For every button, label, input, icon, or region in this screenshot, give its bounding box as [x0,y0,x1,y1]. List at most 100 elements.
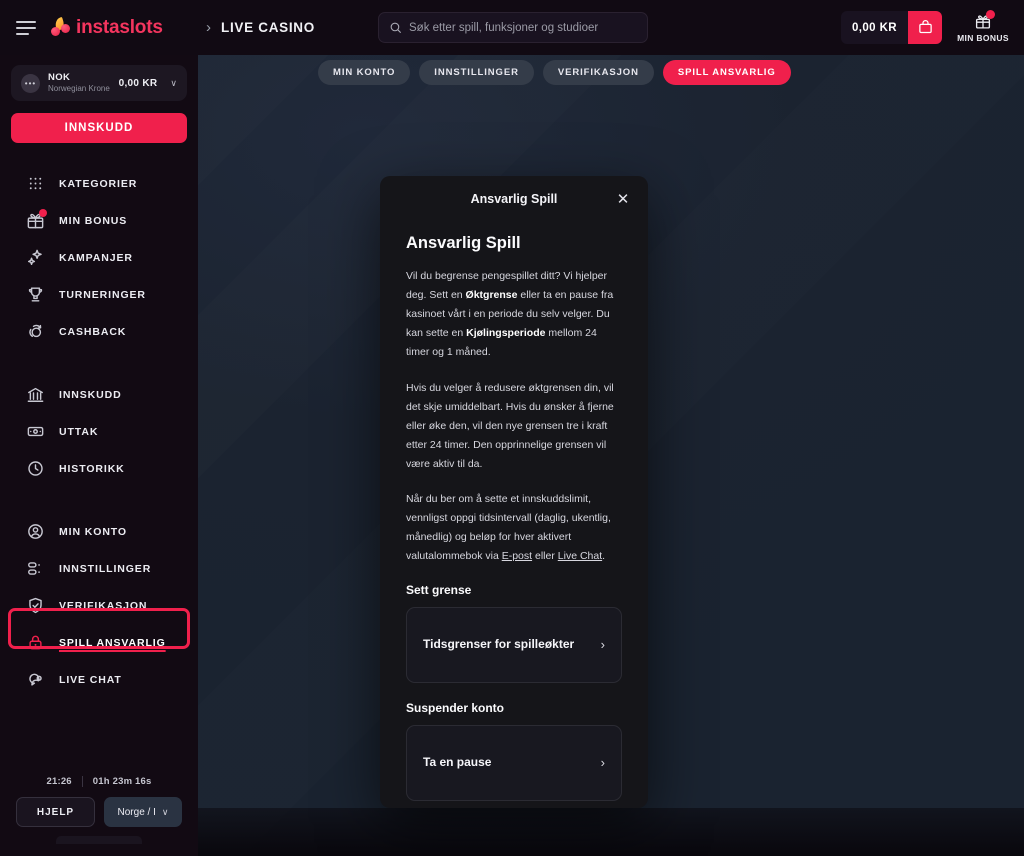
footer-stub [56,836,142,844]
sidebar-footer: 21:26 01h 23m 16s HJELP Norge / I ∨ [0,776,198,856]
sidebar-item-kampanjer[interactable]: KAMPANJER [0,239,198,276]
search-input[interactable] [409,21,637,34]
bonus-badge [986,10,995,19]
sidebar-item-label: LIVE CHAT [59,673,122,686]
brand-logo[interactable]: instaslots [50,16,163,39]
sidebar-item-verifikasjon[interactable]: VERIFIKASJON [0,587,198,624]
tab-spill-ansvarlig[interactable]: SPILL ANSVARLIG [662,60,791,85]
trophy-icon [26,285,45,304]
sidebar-group-banking: INNSKUDD UTTAK HISTORIKK [0,372,198,491]
sidebar-item-label: CASHBACK [59,325,127,338]
modal-title: Ansvarlig Spill [470,192,558,206]
sidebar-group-account: MIN KONTO INNSTILLINGER VERIFIKASJON SPILL … [0,509,198,702]
modal-body: Ansvarlig Spill Vil du begrense pengespi… [380,222,648,808]
sliders-icon [26,559,45,578]
tab-min-konto[interactable]: MIN KONTO [318,60,411,85]
nav-item-live-casino[interactable]: LIVE CASINO [221,20,315,35]
header-left-section: instaslots [0,0,198,55]
sidebar-divider-1 [0,354,198,372]
chevron-down-icon: ∨ [161,806,169,817]
session-divider [81,776,83,787]
currency-name: Norwegian Krone [48,83,110,93]
session-info: 21:26 01h 23m 16s [11,776,187,787]
bank-icon [26,385,45,404]
option-take-a-break[interactable]: Ta en pause › [406,724,622,801]
clock-icon [26,459,45,478]
sidebar-item-label: TURNERINGER [59,288,146,301]
modal-paragraph-1: Vil du begrense pengespillet ditt? Vi hj… [406,267,622,363]
cherry-icon [50,16,72,38]
sidebar-item-label: SPILL ANSVARLIG [59,636,166,649]
live-chat-link[interactable]: Live Chat [558,550,602,562]
currency-amount: 0,00 KR [118,77,158,89]
sidebar-item-historikk[interactable]: HISTORIKK [0,450,198,487]
wallet-icon[interactable] [908,11,942,44]
chevron-right-icon: › [600,637,605,653]
sidebar-item-turneringer[interactable]: TURNERINGER [0,276,198,313]
user-circle-icon [26,522,45,541]
sidebar-item-label: KAMPANJER [59,251,133,264]
tab-verifikasjon[interactable]: VERIFIKASJON [542,60,654,85]
page-bottom-scrim [198,808,1024,856]
app-root: instaslots › LIVE CASINO 0,00 KR [0,0,1024,856]
sidebar-item-kategorier[interactable]: KATEGORIER [0,165,198,202]
brand-logo-text: instaslots [76,16,163,38]
help-button[interactable]: HJELP [16,797,95,827]
currency-code: NOK [48,71,71,83]
sidebar-item-innstillinger[interactable]: INNSTILLINGER [0,550,198,587]
sidebar-item-min-konto[interactable]: MIN KONTO [0,513,198,550]
sparkle-icon [26,248,45,267]
session-duration: 01h 23m 16s [92,776,152,787]
option-time-limits[interactable]: Tidsgrenser for spilleøkter › [406,606,622,683]
sidebar-item-label: MIN KONTO [59,525,127,538]
p1-bold-kjolingsperiode: Kjølingsperiode [466,327,546,340]
sidebar-item-min-bonus[interactable]: MIN BONUS [0,202,198,239]
balance-pill[interactable]: 0,00 KR [841,11,942,44]
gift-icon [26,209,47,230]
p3-text-c: . [602,550,606,563]
header-nav: › LIVE CASINO [206,19,315,36]
clock-time: 21:26 [46,776,72,787]
chevron-right-icon: › [600,755,605,771]
search-icon [390,22,401,33]
sidebar-item-live-chat[interactable]: LIVE CHAT [0,661,198,698]
sidebar-item-uttak[interactable]: UTTAK [0,413,198,450]
lock-icon [26,633,45,652]
shield-check-icon [26,596,45,615]
sidebar-item-label: KATEGORIER [59,177,138,190]
language-selector[interactable]: Norge / I ∨ [104,797,182,827]
chat-icon [26,670,45,689]
email-link[interactable]: E-post [502,550,532,562]
p1-bold-oktgrense: Øktgrense [465,289,518,302]
tab-innstillinger[interactable]: INNSTILLINGER [419,60,534,85]
close-icon[interactable]: ✕ [614,190,632,208]
top-header-bar: instaslots › LIVE CASINO 0,00 KR [0,0,1024,55]
sidebar-item-label: MIN BONUS [59,214,128,227]
currency-selector[interactable]: ••• NOK Norwegian Krone 0,00 KR ∨ [11,65,187,101]
sidebar-group-main: KATEGORIER MIN BONUS KAMPANJER TURNERINGER C… [0,161,198,354]
banknote-icon [26,422,45,441]
sidebar-item-label: INNSKUDD [59,388,122,401]
chevron-right-icon[interactable]: › [206,19,211,36]
hamburger-icon[interactable] [16,20,36,35]
min-bonus-button[interactable]: MIN BONUS [950,7,1016,49]
sidebar-item-spill-ansvarlig[interactable]: SPILL ANSVARLIG [0,624,198,661]
sidebar-menu: KATEGORIER MIN BONUS KAMPANJER TURNERINGER C… [0,161,198,702]
deposit-button[interactable]: INNSKUDD [11,113,187,143]
sidebar-item-label: VERIFIKASJON [59,599,148,612]
chevron-down-icon[interactable]: ∨ [170,78,177,89]
sidebar-item-innskudd[interactable]: INNSKUDD [0,376,198,413]
min-bonus-label: MIN BONUS [957,33,1009,43]
section-title-suspend-account: Suspender konto [406,700,505,715]
modal-paragraph-2: Hvis du velger å redusere øktgrensen din… [406,381,614,470]
coin-icon: ••• [21,73,40,93]
cashback-icon [26,322,45,341]
sidebar-item-cashback[interactable]: CASHBACK [0,313,198,350]
search-box[interactable] [378,12,648,43]
responsible-gaming-modal: Ansvarlig Spill ✕ Ansvarlig Spill Vil du… [380,176,648,808]
option-take-a-break-label: Ta en pause [423,754,492,769]
p3-text-b: eller [532,550,558,563]
sidebar-item-label: INNSTILLINGER [59,562,152,575]
modal-header: Ansvarlig Spill ✕ [380,176,648,222]
gift-icon [974,10,995,30]
